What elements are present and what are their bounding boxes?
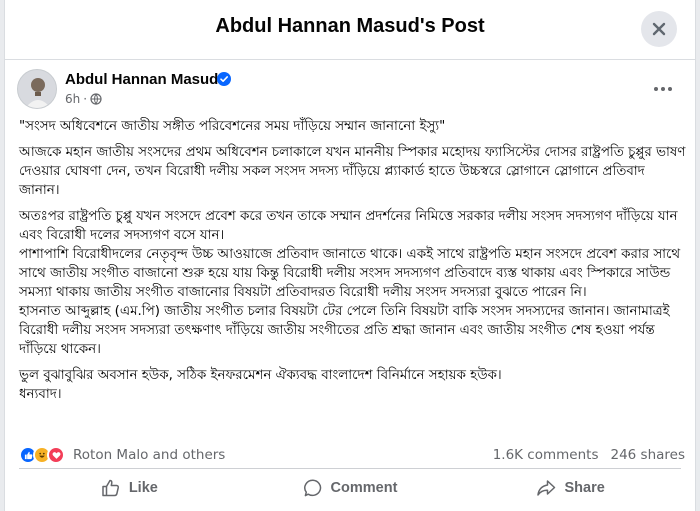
post-actions: Like Comment Share xyxy=(19,470,681,506)
profile-photo xyxy=(18,70,56,108)
comment-button[interactable]: Comment xyxy=(250,478,450,498)
reaction-names[interactable]: Roton Malo and others xyxy=(73,447,225,463)
post-time[interactable]: 6h xyxy=(65,92,80,106)
reaction-icons[interactable] xyxy=(19,446,65,464)
love-reaction-icon xyxy=(47,446,65,464)
close-icon xyxy=(652,22,666,36)
author-name[interactable]: Abdul Hannan Masud xyxy=(65,71,218,88)
meta-separator: · xyxy=(83,92,88,106)
post-meta: 6h · xyxy=(65,92,102,106)
engagement-counts: 1.6K comments 246 shares xyxy=(493,447,685,463)
post-paragraph: পাশাপাশি বিরোধীদলের নেতৃবৃন্দ উচ্চ আওয়া… xyxy=(19,247,681,300)
dialog-header: Abdul Hannan Masud's Post xyxy=(5,0,695,60)
more-dots-icon xyxy=(654,87,672,91)
shares-count[interactable]: 246 shares xyxy=(610,447,685,463)
like-button[interactable]: Like xyxy=(29,478,229,498)
post-paragraph: অতঃপর রাষ্ট্রপতি চুপ্পু যখন সংসদে প্রবেশ… xyxy=(19,209,678,243)
actions-divider xyxy=(19,468,681,469)
share-button[interactable]: Share xyxy=(471,478,671,498)
post-paragraph: হাসনাত আব্দুল্লাহ (এম.পি) জাতীয় সংগীত চ… xyxy=(19,304,670,357)
reactions-summary: Roton Malo and others 1.6K comments 246 … xyxy=(15,443,685,467)
comment-label: Comment xyxy=(330,480,398,496)
post-body: "সংসদ অধিবেশনে জাতীয় সঙ্গীত পরিবেশনের স… xyxy=(19,117,687,411)
post-paragraph-headline: "সংসদ অধিবেশনে জাতীয় সঙ্গীত পরিবেশনের স… xyxy=(19,119,446,134)
post-paragraph: ভুল বুঝাবুঝির অবসান হউক, সঠিক ইনফরমেশন ঐ… xyxy=(19,368,502,383)
dialog-title: Abdul Hannan Masud's Post xyxy=(215,15,485,37)
post-paragraph: ধন্যবাদ। xyxy=(19,387,62,402)
share-arrow-icon xyxy=(537,480,556,496)
post-dialog: Abdul Hannan Masud's Post Abdul Hannan M… xyxy=(4,0,696,511)
like-label: Like xyxy=(128,480,158,496)
post-paragraph: আজকে মহান জাতীয় সংসদের প্রথম অধিবেশন চল… xyxy=(19,145,686,198)
comments-count[interactable]: 1.6K comments xyxy=(493,447,599,463)
comment-bubble-icon xyxy=(303,479,321,497)
globe-icon xyxy=(90,93,102,105)
avatar[interactable] xyxy=(17,69,57,109)
close-button[interactable] xyxy=(641,11,677,47)
share-label: Share xyxy=(564,480,605,496)
verified-badge-icon xyxy=(217,72,231,86)
more-options-button[interactable] xyxy=(649,77,677,101)
post-header: Abdul Hannan Masud 6h · xyxy=(15,69,685,111)
thumbs-up-icon xyxy=(102,479,119,497)
